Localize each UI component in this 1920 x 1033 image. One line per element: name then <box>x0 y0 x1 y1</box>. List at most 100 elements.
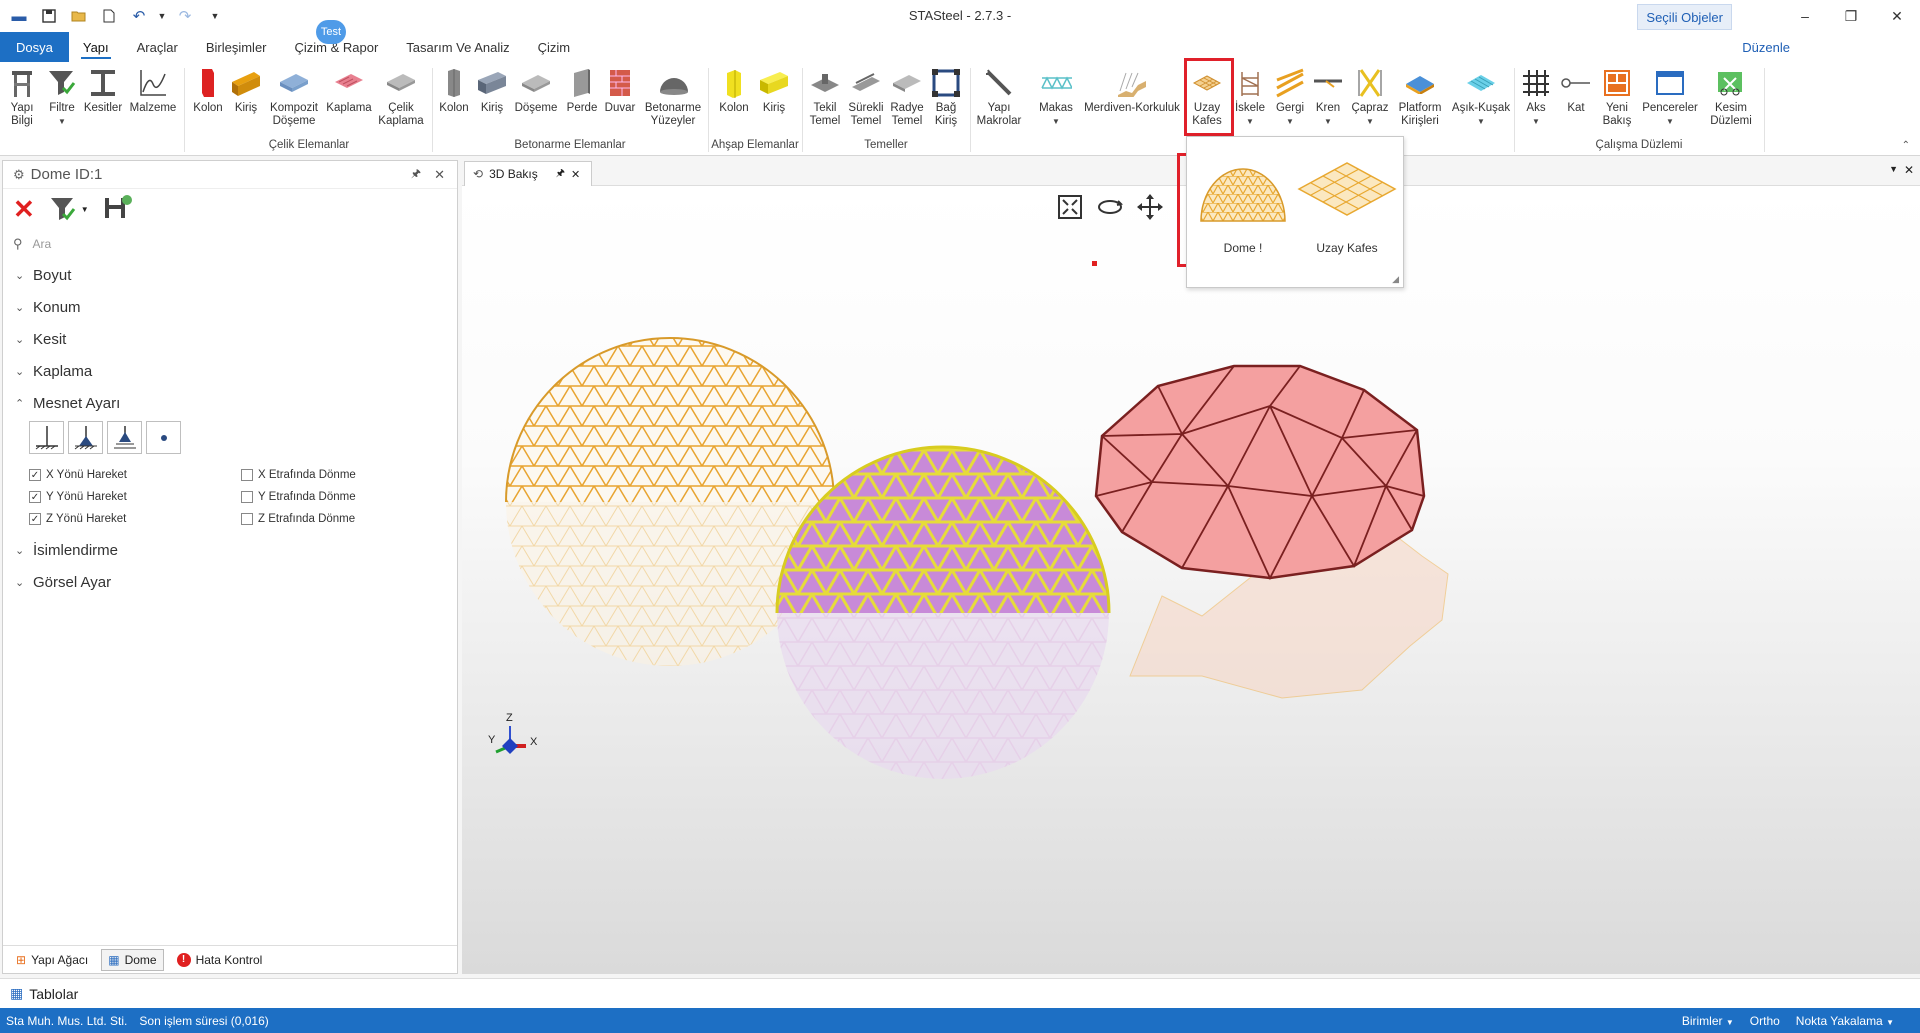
search-input[interactable]: Ara <box>33 237 52 251</box>
new-file-icon[interactable] <box>96 4 122 28</box>
tab-3d-view[interactable]: ⟲ 3D Bakış 🖈 ✕ <box>464 161 592 186</box>
platform-beams-button[interactable]: Platform Kirişleri <box>1392 66 1448 128</box>
undo-dropdown-icon[interactable]: ▼ <box>156 4 168 28</box>
tab-structure-tree[interactable]: ⊞ Yapı Ağacı <box>9 949 95 971</box>
edit-link[interactable]: Düzenle <box>1742 40 1790 55</box>
rc-slab-button[interactable]: Döşeme <box>512 66 560 115</box>
cladding-button[interactable]: Kaplama <box>324 66 374 115</box>
checkbox-box[interactable]: ✓ <box>29 491 41 503</box>
selected-objects-button[interactable]: Seçili Objeler <box>1637 4 1732 30</box>
checkbox-y-translation[interactable]: ✓ Y Yönü Hareket <box>29 491 241 503</box>
checkbox-box[interactable] <box>241 491 253 503</box>
checkbox-z-rotation[interactable]: Z Etrafında Dönme <box>241 513 453 525</box>
customize-qat-icon[interactable]: ▼ <box>202 4 228 28</box>
units-dropdown[interactable]: Birimler ▼ <box>1682 1014 1734 1028</box>
search-box[interactable]: ⚲ Ara <box>3 229 457 259</box>
ortho-toggle[interactable]: Ortho <box>1750 1014 1780 1028</box>
raft-foundation-button[interactable]: Radye Temel <box>888 66 926 128</box>
structure-macros-button[interactable]: Yapı Makrolar <box>974 66 1024 128</box>
section-mesnet[interactable]: ⌃ Mesnet Ayarı <box>3 387 457 419</box>
space-truss-menu-item[interactable]: Uzay Kafes <box>1295 149 1399 269</box>
minimize-button[interactable]: – <box>1782 0 1828 32</box>
timber-beam-button[interactable]: Kiriş <box>756 66 792 115</box>
composite-slab-button[interactable]: Kompozit Döşeme <box>266 66 322 128</box>
tie-rod-button[interactable]: Gergi ▼ <box>1272 66 1308 128</box>
truss-button[interactable]: Makas ▼ <box>1036 66 1076 128</box>
tab-yapi[interactable]: Yapı <box>69 32 123 62</box>
tab-error-check[interactable]: ! Hata Kontrol <box>170 949 270 971</box>
redo-icon[interactable]: ↷ <box>172 4 198 28</box>
rc-column-button[interactable]: Kolon <box>436 66 472 115</box>
axis-button[interactable]: Aks ▼ <box>1518 66 1554 128</box>
close-view-icon[interactable]: ✕ <box>1904 163 1914 177</box>
steel-cladding-button[interactable]: Çelik Kaplama <box>376 66 426 128</box>
save-icon[interactable] <box>36 4 62 28</box>
checkbox-y-rotation[interactable]: Y Etrafında Dönme <box>241 491 453 503</box>
checkbox-x-translation[interactable]: ✓ X Yönü Hareket <box>29 469 241 481</box>
save-properties-icon[interactable] <box>103 194 133 225</box>
restore-button[interactable]: ❐ <box>1828 0 1874 32</box>
space-frame-button[interactable]: Uzay Kafes <box>1186 66 1228 128</box>
snap-dropdown[interactable]: Nokta Yakalama ▼ <box>1796 1014 1894 1028</box>
checkbox-x-rotation[interactable]: X Etrafında Dönme <box>241 469 453 481</box>
free-node-button[interactable] <box>146 421 181 454</box>
collapse-ribbon-icon[interactable]: ⌃ <box>1902 140 1910 151</box>
structure-info-button[interactable]: Yapı Bilgi <box>6 66 38 128</box>
material-button[interactable]: Malzeme <box>128 66 178 115</box>
checkbox-z-translation[interactable]: ✓ Z Yönü Hareket <box>29 513 241 525</box>
pinned-support-button[interactable] <box>68 421 103 454</box>
tables-bar[interactable]: ▦ Tablolar <box>0 978 1920 1008</box>
section-isimlendirme[interactable]: ⌄ İsimlendirme <box>3 534 457 566</box>
checkbox-box[interactable] <box>241 513 253 525</box>
filter-button[interactable]: Filtre ▼ <box>44 66 80 128</box>
bracing-button[interactable]: Çapraz ▼ <box>1350 66 1390 128</box>
strip-footing-button[interactable]: Sürekli Temel <box>846 66 886 128</box>
story-button[interactable]: Kat <box>1560 66 1592 115</box>
3d-viewport[interactable]: Z Y X <box>462 186 1920 974</box>
crane-button[interactable]: Kren ▼ <box>1310 66 1346 128</box>
windows-button[interactable]: Pencereler ▼ <box>1640 66 1700 128</box>
section-boyut[interactable]: ⌄ Boyut <box>3 259 457 291</box>
new-view-button[interactable]: Yeni Bakış <box>1598 66 1636 128</box>
stair-railing-button[interactable]: Merdiven-Korkuluk <box>1080 66 1184 115</box>
purlin-girt-button[interactable]: Aşık-Kuşak ▼ <box>1450 66 1512 128</box>
undo-icon[interactable]: ↶ <box>126 4 152 28</box>
tab-birlesimler[interactable]: Birleşimler <box>192 32 281 62</box>
section-konum[interactable]: ⌄ Konum <box>3 291 457 323</box>
close-panel-icon[interactable]: ✕ <box>434 167 445 183</box>
steel-column-button[interactable]: Kolon <box>190 66 226 115</box>
tie-beam-button[interactable]: Bağ Kiriş <box>928 66 964 128</box>
tab-dosya[interactable]: Dosya <box>0 32 69 62</box>
tab-tasarim-analiz[interactable]: Tasarım Ve Analiz <box>392 32 523 62</box>
section-gorsel-ayar[interactable]: ⌄ Görsel Ayar <box>3 566 457 598</box>
checkbox-box[interactable]: ✓ <box>29 513 41 525</box>
cutting-plane-button[interactable]: Kesim Düzlemi <box>1706 66 1756 128</box>
tab-list-dropdown-icon[interactable]: ▼ <box>1889 164 1898 174</box>
masonry-wall-button[interactable]: Duvar <box>602 66 638 115</box>
pin-icon[interactable]: 🖈 <box>556 166 565 183</box>
app-menu-icon[interactable]: ▬ <box>6 4 32 28</box>
filter-icon[interactable]: ▼ <box>49 195 89 223</box>
checkbox-box[interactable] <box>241 469 253 481</box>
roller-support-button[interactable] <box>107 421 142 454</box>
steel-beam-button[interactable]: Kiriş <box>230 66 262 115</box>
pin-icon[interactable]: 🖈 <box>411 165 421 184</box>
tab-araclar[interactable]: Araçlar <box>123 32 192 62</box>
close-tab-icon[interactable]: ✕ <box>571 168 580 181</box>
timber-column-button[interactable]: Kolon <box>716 66 752 115</box>
fixed-support-button[interactable] <box>29 421 64 454</box>
rc-surfaces-button[interactable]: Betonarme Yüzeyler <box>642 66 704 128</box>
sections-button[interactable]: Kesitler <box>82 66 124 115</box>
shear-wall-button[interactable]: Perde <box>564 66 600 115</box>
red-dome[interactable] <box>1094 364 1449 699</box>
section-kaplama[interactable]: ⌄ Kaplama <box>3 355 457 387</box>
tab-cizim[interactable]: Çizim <box>524 32 585 62</box>
scaffold-button[interactable]: İskele ▼ <box>1230 66 1270 128</box>
resize-grip-icon[interactable]: ◢ <box>1392 274 1399 285</box>
section-kesit[interactable]: ⌄ Kesit <box>3 323 457 355</box>
open-folder-icon[interactable] <box>66 4 92 28</box>
delete-icon[interactable]: ✕ <box>13 196 35 222</box>
checkbox-box[interactable]: ✓ <box>29 469 41 481</box>
tab-dome[interactable]: ▦ Dome <box>101 948 164 971</box>
yellow-dome[interactable] <box>774 444 1114 783</box>
